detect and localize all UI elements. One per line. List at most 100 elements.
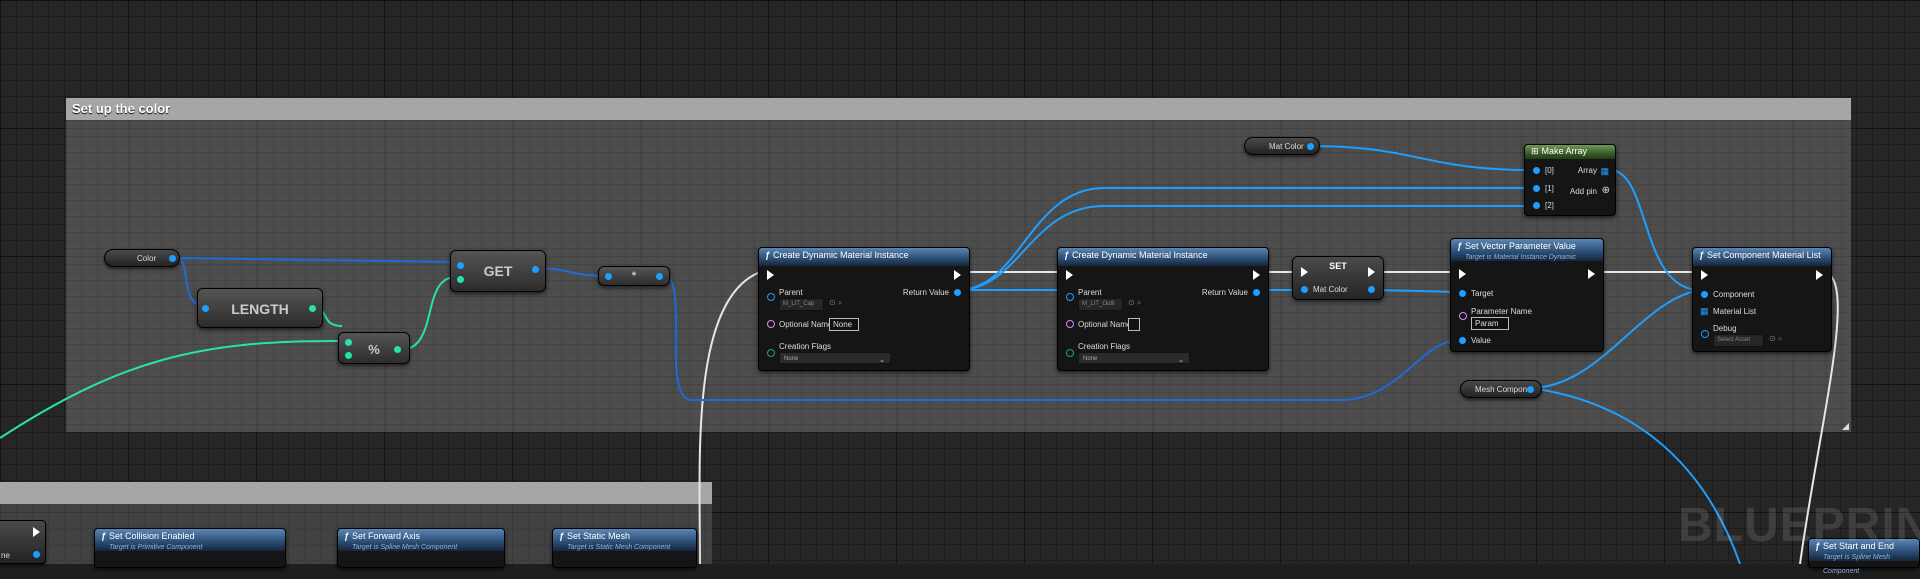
cdmi1-creation-flags-pin[interactable] <box>767 349 775 357</box>
svpv-header[interactable]: ƒ Set Vector Parameter Value Target is Mat… <box>1451 239 1603 261</box>
cdmi1-optional-name-input[interactable]: None <box>829 318 859 331</box>
svpv-param-name-input[interactable]: Param <box>1471 317 1509 330</box>
int-wire <box>0 339 343 439</box>
color-variable-node[interactable]: Color <box>104 249 180 267</box>
scml-debug-pin[interactable] <box>1701 330 1709 338</box>
exec-out-pin[interactable] <box>33 527 40 537</box>
cdmi1-creation-flags-value: None <box>784 356 799 362</box>
scml-debug-label: Debug <box>1713 324 1737 333</box>
make-array-header[interactable]: ⊞ Make Array <box>1525 145 1615 159</box>
mesh-component-variable-node[interactable]: Mesh Compone <box>1460 380 1542 398</box>
set-exec-out-pin[interactable] <box>1368 267 1375 277</box>
cdmi2-optional-name-pin[interactable] <box>1066 320 1074 328</box>
svpv-exec-out-pin[interactable] <box>1588 269 1595 279</box>
object-wire <box>1307 145 1535 171</box>
set-static-mesh-node[interactable]: ƒ Set Static Mesh Target is Static Mesh Co… <box>552 528 697 568</box>
lower-node-subtitle: Target is Spline Mesh Component <box>1823 554 1891 575</box>
length-title: LENGTH <box>231 301 289 317</box>
scml-browse-icon[interactable]: ⊙ ⌕ <box>1769 334 1782 344</box>
cdmi1-parent-pin[interactable] <box>767 293 775 301</box>
lower-node-header[interactable]: ƒ Set Static Mesh Target is Static Mesh Co… <box>553 529 696 551</box>
make-array-title: Make Array <box>1541 146 1588 156</box>
svpv-title: Set Vector Parameter Value <box>1465 241 1576 251</box>
cdmi2-parent-asset-picker[interactable]: M_LIT_Outli <box>1078 298 1123 311</box>
svpv-param-name-pin[interactable] <box>1459 312 1467 320</box>
cdmi1-exec-out-pin[interactable] <box>954 270 961 280</box>
lower-node-subtitle: Target is Static Mesh Component <box>567 544 671 551</box>
mesh-component-output-pin[interactable] <box>1527 386 1534 393</box>
make-array-pin-0-label: [0] <box>1545 166 1554 175</box>
cdmi2-browse-icon[interactable]: ⊙ ⌕ <box>1128 298 1141 308</box>
set-collision-enabled-node[interactable]: ƒ Set Collision Enabled Target is Primitiv… <box>94 528 286 568</box>
get-node[interactable]: GET <box>450 250 546 292</box>
set-pin-label: Mat Color <box>1313 285 1348 294</box>
color-output-pin[interactable] <box>169 255 176 262</box>
add-pin-icon[interactable]: ⊕ <box>1602 185 1610 196</box>
lower-left-partial-node[interactable]: ne <box>0 520 46 564</box>
cdmi1-parent-label: Parent <box>779 288 803 297</box>
modulo-node[interactable]: % <box>338 332 410 364</box>
cdmi1-optional-name-pin[interactable] <box>767 320 775 328</box>
cdmi1-creation-flags-dropdown[interactable]: None ⌄ <box>779 352 891 364</box>
modulo-output-pin[interactable] <box>394 346 401 353</box>
make-array-pin-2-label: [2] <box>1545 201 1554 210</box>
scml-exec-out-pin[interactable] <box>1816 270 1823 280</box>
mat-color-variable-node[interactable]: Mat Color <box>1244 137 1320 155</box>
cdmi2-creation-flags-dropdown[interactable]: None ⌄ <box>1078 352 1190 364</box>
length-output-pin[interactable] <box>309 305 316 312</box>
cdmi1-browse-icon[interactable]: ⊙ ⌕ <box>829 298 842 308</box>
set-component-material-list-node[interactable]: ƒ Set Component Material List Component ▦… <box>1692 247 1832 352</box>
set-vector-parameter-value-node[interactable]: ƒ Set Vector Parameter Value Target is Mat… <box>1450 238 1604 352</box>
make-array-output-label: Array <box>1577 166 1597 175</box>
svpv-target-label: Target <box>1471 289 1494 298</box>
scml-header[interactable]: ƒ Set Component Material List <box>1693 248 1831 266</box>
cdmi1-return-pin[interactable] <box>954 289 961 296</box>
array-grid-icon[interactable]: ▦ <box>1700 306 1709 317</box>
mat-color-output-pin[interactable] <box>1307 143 1314 150</box>
make-array-pin-2[interactable] <box>1533 202 1540 209</box>
lower-node-title: Set Collision Enabled <box>109 531 195 541</box>
set-forward-axis-node[interactable]: ƒ Set Forward Axis Target is Spline Mesh C… <box>337 528 505 568</box>
cdmi2-exec-out-pin[interactable] <box>1253 270 1260 280</box>
lower-node-title: Set Static Mesh <box>567 531 631 541</box>
set-output-pin[interactable] <box>1368 286 1375 293</box>
scml-exec-in-pin[interactable] <box>1701 270 1708 280</box>
multiply-node[interactable]: * <box>598 266 670 286</box>
lower-node-header[interactable]: ƒ Set Forward Axis Target is Spline Mesh C… <box>338 529 504 551</box>
multiply-output-pin[interactable] <box>656 273 663 280</box>
make-array-add-pin-label[interactable]: Add pin <box>1570 187 1597 196</box>
mesh-component-variable-label: Mesh Compone <box>1475 385 1532 394</box>
svpv-target-pin[interactable] <box>1459 290 1466 297</box>
set-exec-in-pin[interactable] <box>1301 267 1308 277</box>
svpv-value-pin[interactable] <box>1459 337 1466 344</box>
scml-component-pin[interactable] <box>1701 291 1708 298</box>
cdmi2-exec-in-pin[interactable] <box>1066 270 1073 280</box>
cdmi1-return-label: Return Value <box>902 288 949 297</box>
get-output-pin[interactable] <box>532 266 539 273</box>
function-icon: ƒ <box>1699 250 1705 260</box>
lower-node-header[interactable]: ƒ Set Collision Enabled Target is Primitiv… <box>95 529 285 551</box>
lower-left-output-pin[interactable] <box>33 551 40 558</box>
make-array-pin-0[interactable] <box>1533 167 1540 174</box>
set-input-pin[interactable] <box>1301 286 1308 293</box>
svpv-exec-in-pin[interactable] <box>1459 269 1466 279</box>
cdmi1-parent-asset-picker[interactable]: M_LIT_Cap <box>779 298 824 311</box>
cdmi2-creation-flags-pin[interactable] <box>1066 349 1074 357</box>
length-node[interactable]: LENGTH <box>197 288 323 328</box>
cdmi1-title: Create Dynamic Material Instance <box>773 250 909 260</box>
create-dynamic-material-instance-node-2[interactable]: ƒ Create Dynamic Material Instance Parent… <box>1057 247 1269 371</box>
cdmi1-header[interactable]: ƒ Create Dynamic Material Instance <box>759 248 969 266</box>
make-array-pin-1[interactable] <box>1533 185 1540 192</box>
cdmi2-optional-name-input[interactable] <box>1128 318 1140 331</box>
cdmi2-parent-pin[interactable] <box>1066 293 1074 301</box>
make-array-node[interactable]: ⊞ Make Array [0] [1] [2] Array ▦ Add pin … <box>1524 144 1616 216</box>
scml-debug-asset-picker[interactable]: Select Asset <box>1713 334 1764 347</box>
cdmi2-return-pin[interactable] <box>1253 289 1260 296</box>
array-grid-icon[interactable]: ▦ <box>1600 166 1609 177</box>
cdmi1-exec-in-pin[interactable] <box>767 270 774 280</box>
set-mat-color-node[interactable]: SET Mat Color <box>1292 256 1384 300</box>
cdmi2-header[interactable]: ƒ Create Dynamic Material Instance <box>1058 248 1268 266</box>
cdmi2-creation-flags-label: Creation Flags <box>1078 342 1131 351</box>
create-dynamic-material-instance-node-1[interactable]: ƒ Create Dynamic Material Instance Parent… <box>758 247 970 371</box>
scml-material-list-label: Material List <box>1713 307 1757 316</box>
